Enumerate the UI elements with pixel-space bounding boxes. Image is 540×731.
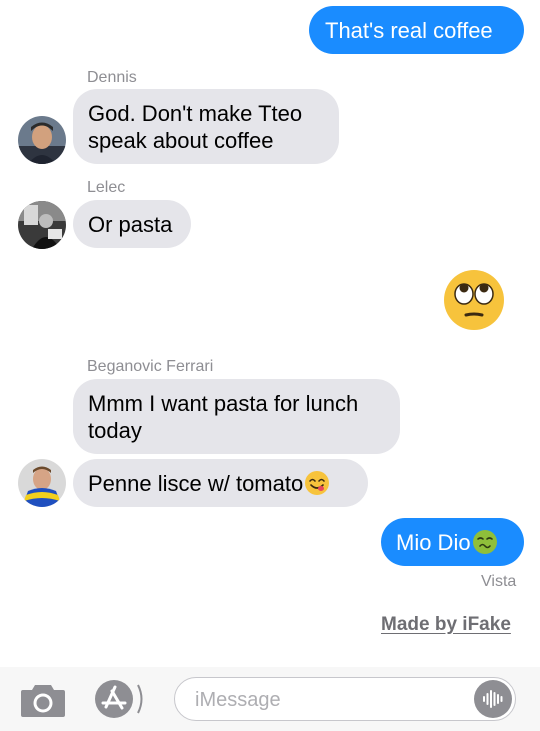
app-store-button[interactable] <box>94 679 146 719</box>
avatar[interactable] <box>18 459 66 507</box>
read-receipt: Vista <box>481 573 517 590</box>
avatar[interactable] <box>18 201 66 249</box>
nauseated-face-icon <box>472 530 497 554</box>
audio-message-button[interactable] <box>474 680 512 718</box>
app-store-icon <box>95 680 143 718</box>
audio-waveform-icon <box>483 690 503 708</box>
incoming-message-bubble[interactable]: God. Don't make Tteo speak about coffee <box>73 89 339 164</box>
made-by-credit[interactable]: Made by iFake <box>381 614 511 636</box>
message-text: Or pasta <box>88 212 173 237</box>
face-savoring-food-icon <box>305 471 330 495</box>
camera-icon <box>21 685 65 717</box>
incoming-message-bubble[interactable]: Or pasta <box>73 200 191 248</box>
sender-name: Dennis <box>87 69 137 86</box>
message-text: God. Don't make Tteo speak about coffee <box>88 101 303 153</box>
message-text: Mmm I want pasta for lunch today <box>88 391 359 443</box>
message-text: Penne lisce w/ tomato <box>88 471 304 496</box>
message-text: That's real coffee <box>325 18 493 43</box>
message-text: Mio Dio <box>396 530 471 555</box>
message-input-container <box>174 677 516 721</box>
camera-button[interactable] <box>20 682 66 718</box>
avatar[interactable] <box>18 116 66 164</box>
sender-name: Beganovic Ferrari <box>87 358 214 375</box>
emoji-message[interactable] <box>442 268 506 332</box>
incoming-message-bubble[interactable]: Penne lisce w/ tomato <box>73 459 368 507</box>
outgoing-message-bubble[interactable]: That's real coffee <box>309 6 524 54</box>
face-with-rolling-eyes-icon <box>444 270 504 330</box>
sender-name: Lelec <box>87 179 126 196</box>
incoming-message-bubble[interactable]: Mmm I want pasta for lunch today <box>73 379 400 454</box>
outgoing-message-bubble[interactable]: Mio Dio <box>381 518 524 566</box>
message-input[interactable] <box>193 687 467 713</box>
